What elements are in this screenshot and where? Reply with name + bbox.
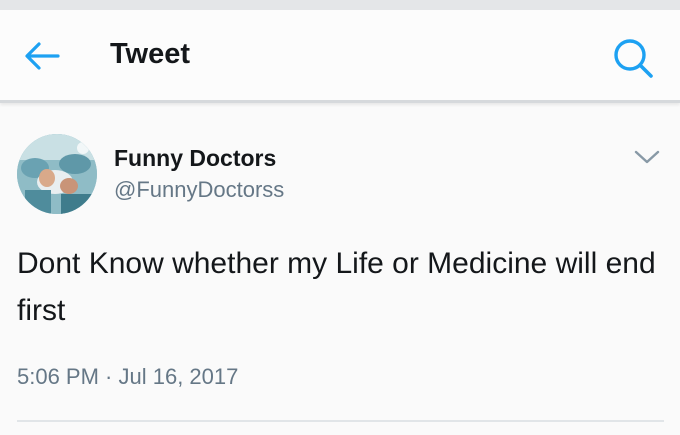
top-app-bar: Tweet <box>0 10 680 103</box>
author-handle[interactable]: @FunnyDoctorss <box>114 176 284 204</box>
search-button[interactable] <box>605 30 661 86</box>
back-button[interactable] <box>20 34 64 78</box>
search-icon <box>614 39 653 78</box>
back-arrow-icon <box>25 42 60 70</box>
page-title: Tweet <box>110 38 191 70</box>
divider <box>17 420 664 422</box>
tweet-menu-button[interactable] <box>630 142 664 172</box>
avatar-image <box>17 134 97 214</box>
chevron-down-icon <box>634 150 660 164</box>
tweet-timestamp[interactable]: 5:06 PM · Jul 16, 2017 <box>17 362 238 392</box>
author-name[interactable]: Funny Doctors <box>114 144 276 172</box>
tweet-text: Dont Know whether my Life or Medicine wi… <box>17 247 656 327</box>
avatar[interactable] <box>17 134 97 214</box>
status-strip <box>0 0 680 10</box>
